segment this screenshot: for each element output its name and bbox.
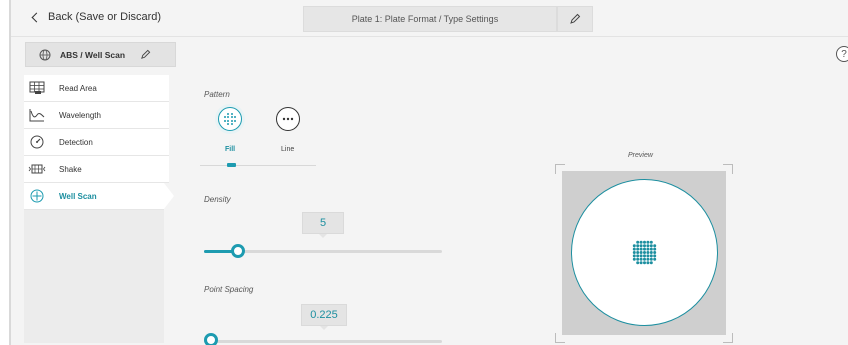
sidebar-item-shake[interactable]: Shake [24, 156, 169, 183]
scan-point [635, 243, 639, 247]
scan-point [642, 243, 646, 247]
sidebar-item-label: Wavelength [59, 110, 101, 120]
scan-point [642, 260, 646, 264]
scan-point [645, 243, 649, 247]
scan-point [642, 250, 646, 254]
scan-point [632, 253, 636, 257]
scan-point [642, 247, 646, 251]
method-tab-label: ABS / Well Scan [60, 49, 126, 60]
globe-icon [39, 49, 51, 60]
pattern-selector-indicator [227, 163, 236, 167]
top-bar: Back (Save or Discard) Plate 1: Plate Fo… [11, 0, 848, 37]
settings-nav: Read Area Wavelength Detection Shake Wel… [24, 75, 174, 343]
fill-pattern-icon [224, 113, 236, 125]
help-button[interactable]: ? [836, 46, 848, 62]
back-label: Back (Save or Discard) [48, 11, 162, 23]
scan-point [635, 257, 639, 261]
scan-point [642, 257, 646, 261]
well-preview [571, 179, 718, 326]
scan-point [639, 253, 643, 257]
scan-point [652, 253, 656, 257]
method-tab[interactable]: ABS / Well Scan [25, 42, 176, 67]
scan-point [642, 240, 646, 244]
density-slider-fill [204, 250, 233, 253]
sidebar-item-label: Detection [59, 137, 93, 147]
scan-point [635, 253, 639, 257]
plate-title[interactable]: Plate 1: Plate Format / Type Settings [303, 6, 557, 32]
scan-point [632, 243, 636, 247]
scan-point [635, 260, 639, 264]
density-label: Density [204, 195, 231, 204]
scan-point [639, 240, 643, 244]
wavelength-icon [28, 107, 46, 123]
scan-point [649, 247, 653, 251]
scan-point [652, 250, 656, 254]
sidebar-empty-area [24, 210, 164, 343]
well-scan-icon [28, 188, 46, 204]
sidebar-item-label: Well Scan [59, 191, 97, 201]
scan-point [635, 247, 639, 251]
scan-point [639, 257, 643, 261]
scan-point [645, 253, 649, 257]
scan-point [632, 257, 636, 261]
point-spacing-label: Point Spacing [204, 285, 254, 294]
shake-icon [28, 161, 46, 177]
chevron-left-icon [31, 12, 42, 22]
method-bar: ABS / Well Scan ? [11, 37, 848, 71]
scan-point [645, 250, 649, 254]
scan-point [639, 260, 643, 264]
density-value[interactable]: 5 [302, 212, 344, 238]
scan-point [649, 257, 653, 261]
back-button[interactable]: Back (Save or Discard) [31, 11, 162, 23]
scan-point [645, 260, 649, 264]
scan-point [649, 243, 653, 247]
pencil-icon [570, 13, 581, 24]
scan-point [649, 240, 653, 244]
pattern-line-label: Line [281, 146, 295, 153]
help-label: ? [841, 48, 847, 60]
plate-edit-button[interactable] [557, 6, 593, 32]
scan-pattern [632, 240, 656, 264]
scan-point [645, 257, 649, 261]
scan-point [639, 247, 643, 251]
pencil-icon[interactable] [140, 49, 151, 60]
pattern-line-button[interactable] [276, 107, 300, 131]
scan-point [649, 260, 653, 264]
preview-label: Preview [628, 152, 653, 159]
line-pattern-icon [282, 117, 294, 121]
pattern-label: Pattern [204, 90, 230, 99]
scan-point [639, 243, 643, 247]
sidebar-item-detection[interactable]: Detection [24, 129, 169, 156]
sidebar-item-wavelength[interactable]: Wavelength [24, 102, 169, 129]
scan-point [652, 257, 656, 261]
scan-point [639, 250, 643, 254]
scan-point [642, 253, 646, 257]
scan-point [632, 247, 636, 251]
pattern-fill-button[interactable] [218, 107, 242, 131]
sidebar-item-label: Shake [59, 164, 82, 174]
scan-point [652, 247, 656, 251]
scan-point [635, 240, 639, 244]
scan-point [645, 240, 649, 244]
sidebar-item-read-area[interactable]: Read Area [24, 75, 169, 102]
pattern-selector-track [200, 165, 316, 166]
scan-point [632, 250, 636, 254]
point-spacing-slider-handle[interactable] [204, 333, 218, 345]
detection-icon [28, 134, 46, 150]
sidebar-item-label: Read Area [59, 83, 97, 93]
scan-point [649, 253, 653, 257]
pattern-fill-label: Fill [225, 146, 236, 153]
scan-point [649, 250, 653, 254]
sidebar-item-well-scan[interactable]: Well Scan [24, 183, 174, 210]
density-slider-handle[interactable] [230, 244, 245, 258]
point-spacing-value[interactable]: 0.225 [301, 304, 347, 330]
left-edge-bar [0, 0, 11, 345]
plate-title-text: Plate 1: Plate Format / Type Settings [351, 14, 499, 24]
read-area-icon [28, 80, 46, 96]
point-spacing-slider-track[interactable] [204, 340, 442, 343]
scan-point [652, 243, 656, 247]
scan-point [645, 247, 649, 251]
scan-point [635, 250, 639, 254]
